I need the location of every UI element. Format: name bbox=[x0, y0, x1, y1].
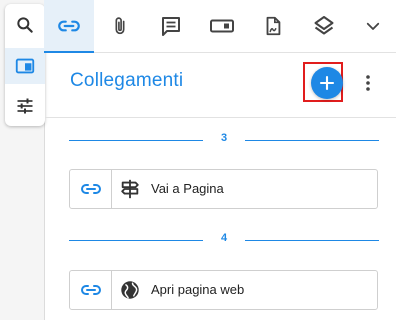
tab-more[interactable] bbox=[350, 0, 396, 52]
page-divider: 3 bbox=[69, 130, 379, 150]
links-panel: Collegamenti 3 Vai a Pagina 4 Apri pagin… bbox=[45, 53, 396, 320]
page-number: 3 bbox=[220, 132, 228, 144]
settings-sliders-button[interactable] bbox=[5, 88, 45, 124]
panel-toggle-button[interactable] bbox=[5, 48, 45, 84]
search-button[interactable] bbox=[5, 7, 45, 43]
divider-line bbox=[245, 240, 379, 241]
tab-signatures[interactable] bbox=[248, 0, 298, 52]
chevron-down-icon bbox=[366, 22, 380, 30]
signature-icon bbox=[266, 16, 281, 36]
signpost-icon bbox=[119, 178, 141, 200]
panel-icon bbox=[15, 58, 35, 74]
link-label: Apri pagina web bbox=[151, 282, 245, 297]
left-toolbar bbox=[0, 0, 45, 320]
link-icon bbox=[80, 184, 101, 194]
tab-bar bbox=[44, 0, 396, 53]
more-vertical-icon bbox=[366, 75, 370, 91]
link-item[interactable]: Apri pagina web bbox=[69, 270, 378, 310]
paperclip-icon bbox=[115, 17, 125, 35]
header-divider bbox=[45, 117, 396, 118]
left-toolbar-card bbox=[5, 4, 45, 126]
plus-icon bbox=[319, 75, 335, 91]
tab-form-fields[interactable] bbox=[197, 0, 247, 52]
tab-links[interactable] bbox=[44, 0, 94, 53]
link-label: Vai a Pagina bbox=[151, 181, 224, 196]
link-icon bbox=[58, 20, 80, 32]
globe-icon bbox=[119, 279, 141, 301]
link-item[interactable]: Vai a Pagina bbox=[69, 169, 378, 209]
link-type-button[interactable] bbox=[70, 271, 112, 309]
panel-title: Collegamenti bbox=[70, 70, 184, 91]
tab-comments[interactable] bbox=[146, 0, 196, 52]
form-field-icon bbox=[210, 19, 234, 33]
tab-attachments[interactable] bbox=[95, 0, 145, 52]
link-type-button[interactable] bbox=[70, 170, 112, 208]
add-link-button[interactable] bbox=[311, 67, 343, 99]
layers-icon bbox=[314, 16, 334, 35]
tab-layers[interactable] bbox=[299, 0, 349, 52]
divider-line bbox=[245, 140, 379, 141]
sliders-icon bbox=[17, 98, 33, 114]
link-icon bbox=[80, 285, 101, 295]
page-divider: 4 bbox=[69, 230, 379, 250]
more-options-button[interactable] bbox=[360, 70, 376, 96]
page-number: 4 bbox=[220, 232, 228, 244]
comment-icon bbox=[162, 17, 180, 36]
search-icon bbox=[17, 17, 33, 33]
